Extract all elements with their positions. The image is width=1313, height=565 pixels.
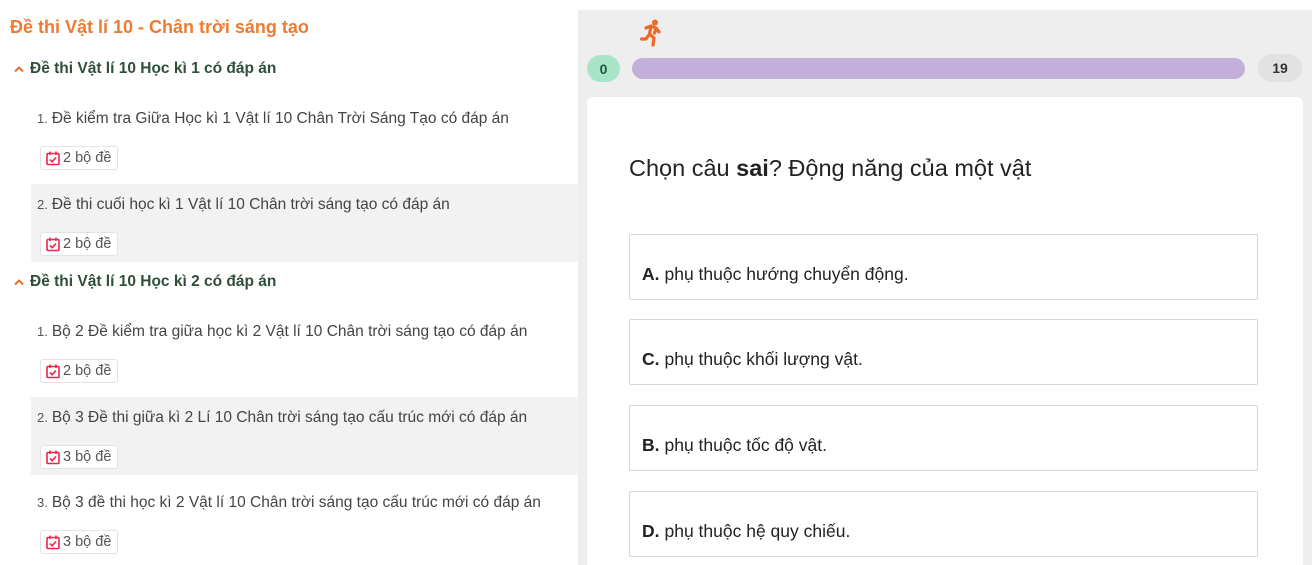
- count-badge: 2 bộ đề: [40, 359, 119, 383]
- badge-label: 2 bộ đề: [63, 236, 112, 252]
- item-number: 3.: [37, 495, 48, 510]
- badge-label: 2 bộ đề: [63, 150, 112, 166]
- question-prefix: Chọn câu: [629, 155, 737, 181]
- count-badge: 2 bộ đề: [40, 146, 119, 170]
- item-title: Bộ 3 đề thi học kì 2 Vật lí 10 Chân trời…: [51, 494, 541, 511]
- list-item[interactable]: 2. Bộ 3 Đề thi giữa kì 2 Lí 10 Chân trời …: [31, 397, 578, 475]
- exam-link[interactable]: 3. Bộ 3 đề thi học kì 2 Vật lí 10 Chân tr…: [37, 494, 541, 512]
- option-letter: C.: [642, 349, 660, 369]
- chevron-up-icon[interactable]: [14, 275, 24, 289]
- page-title[interactable]: Đề thi Vật lí 10 - Chân trời sáng tạo: [10, 17, 309, 38]
- quiz-panel: 0 19 Chọn câu sai? Động năng của một vật…: [578, 10, 1312, 565]
- option-text: phụ thuộc tốc độ vật.: [664, 435, 827, 455]
- list-item[interactable]: 3. Bộ 3 đề thi học kì 2 Vật lí 10 Chân tr…: [31, 482, 578, 560]
- question-text: Chọn câu sai? Động năng của một vật: [629, 155, 1031, 182]
- calendar-check-icon: [46, 364, 60, 379]
- exam-link[interactable]: 1. Bộ 2 Đề kiểm tra giữa học kì 2 Vật lí …: [37, 323, 527, 341]
- option-text: phụ thuộc hệ quy chiếu.: [664, 521, 851, 541]
- item-number: 2.: [37, 197, 48, 212]
- list-item[interactable]: 1. Đề kiểm tra Giữa Học kì 1 Vật lí 10 Ch…: [31, 98, 578, 176]
- calendar-check-icon: [46, 151, 60, 166]
- calendar-check-icon: [46, 535, 60, 550]
- section-header-hk2[interactable]: Đề thi Vật lí 10 Học kì 2 có đáp án: [14, 273, 276, 291]
- calendar-check-icon: [46, 237, 60, 252]
- answer-option-d[interactable]: D. phụ thuộc hệ quy chiếu.: [629, 491, 1258, 557]
- list-item[interactable]: 2. Đề thi cuối học kì 1 Vật lí 10 Chân tr…: [31, 184, 578, 262]
- question-emphasis: sai: [736, 155, 769, 181]
- item-title: Đề kiểm tra Giữa Học kì 1 Vật lí 10 Chân…: [51, 110, 509, 127]
- exam-list-panel: Đề thi Vật lí 10 - Chân trời sáng tạo Đề…: [0, 0, 578, 565]
- question-card: Chọn câu sai? Động năng của một vật A. ph…: [587, 97, 1303, 565]
- exam-link[interactable]: 1. Đề kiểm tra Giữa Học kì 1 Vật lí 10 Ch…: [37, 110, 509, 128]
- item-number: 1.: [37, 324, 48, 339]
- option-letter: A.: [642, 264, 660, 284]
- answer-option-b[interactable]: B. phụ thuộc tốc độ vật.: [629, 405, 1258, 471]
- badge-label: 3 bộ đề: [63, 449, 112, 465]
- item-title: Bộ 3 Đề thi giữa kì 2 Lí 10 Chân trời sá…: [51, 409, 528, 426]
- total-questions-badge: 19: [1258, 54, 1302, 82]
- option-letter: D.: [642, 521, 660, 541]
- section-heading: Đề thi Vật lí 10 Học kì 1 có đáp án: [30, 60, 277, 77]
- running-person-icon: [639, 19, 664, 52]
- answered-count-badge: 0: [587, 55, 620, 82]
- option-text: phụ thuộc khối lượng vật.: [664, 349, 863, 369]
- count-badge: 3 bộ đề: [40, 445, 119, 469]
- list-item[interactable]: 1. Bộ 2 Đề kiểm tra giữa học kì 2 Vật lí …: [31, 311, 578, 389]
- option-letter: B.: [642, 435, 660, 455]
- calendar-check-icon: [46, 450, 60, 465]
- count-badge: 2 bộ đề: [40, 232, 119, 256]
- item-title: Bộ 2 Đề kiểm tra giữa học kì 2 Vật lí 10…: [51, 323, 528, 340]
- item-number: 2.: [37, 410, 48, 425]
- section-header-hk1[interactable]: Đề thi Vật lí 10 Học kì 1 có đáp án: [14, 60, 276, 78]
- question-suffix: ? Động năng của một vật: [768, 155, 1032, 181]
- section-heading: Đề thi Vật lí 10 Học kì 2 có đáp án: [30, 273, 277, 290]
- exam-link[interactable]: 2. Đề thi cuối học kì 1 Vật lí 10 Chân tr…: [37, 196, 450, 214]
- exam-link[interactable]: 2. Bộ 3 Đề thi giữa kì 2 Lí 10 Chân trời …: [37, 409, 527, 427]
- option-text: phụ thuộc hướng chuyển động.: [664, 264, 909, 284]
- answer-option-c[interactable]: C. phụ thuộc khối lượng vật.: [629, 319, 1258, 385]
- item-title: Đề thi cuối học kì 1 Vật lí 10 Chân trời…: [51, 196, 450, 213]
- answer-option-a[interactable]: A. phụ thuộc hướng chuyển động.: [629, 234, 1258, 300]
- chevron-up-icon[interactable]: [14, 62, 24, 76]
- badge-label: 3 bộ đề: [63, 534, 112, 550]
- badge-label: 2 bộ đề: [63, 363, 112, 379]
- count-badge: 3 bộ đề: [40, 530, 119, 554]
- item-number: 1.: [37, 111, 48, 126]
- progress-bar: [632, 58, 1245, 79]
